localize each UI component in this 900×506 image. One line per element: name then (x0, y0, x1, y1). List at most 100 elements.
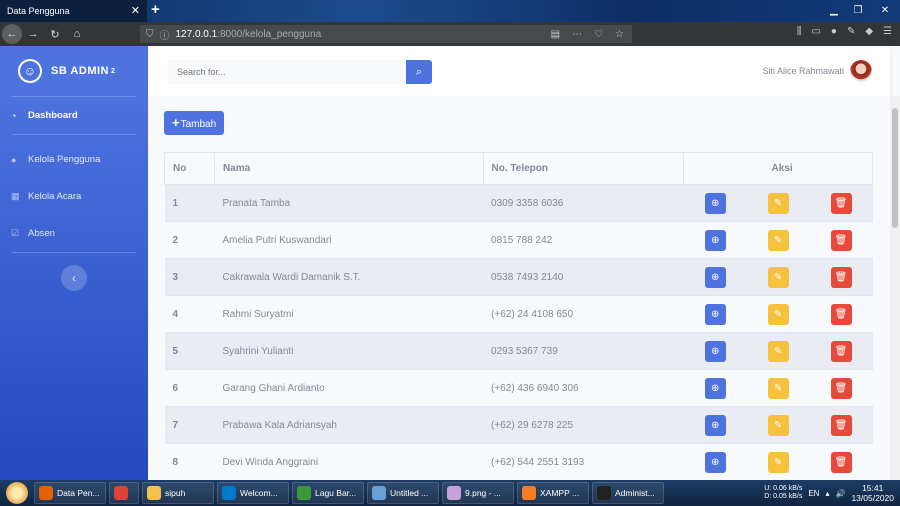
delete-button[interactable]: 🗑 (830, 192, 852, 214)
clock[interactable]: 15:41 13/05/2020 (851, 483, 894, 503)
edit-icon: ✎ (773, 419, 783, 431)
cell-telepon: 0293 5367 739 (483, 332, 684, 370)
edit-button[interactable]: ✎ (767, 377, 789, 399)
search-plus-icon: ⊕ (710, 456, 720, 468)
sidebar-item-absen[interactable]: ☑ Absen (0, 215, 148, 252)
delete-button[interactable]: 🗑 (830, 451, 852, 473)
new-tab-button[interactable]: + (151, 1, 160, 18)
pocket-icon[interactable]: ♡ (594, 29, 603, 40)
search-button[interactable]: ⌕ (406, 60, 432, 84)
taskbar-item[interactable]: sipuh (142, 482, 214, 504)
view-button[interactable]: ⊕ (704, 229, 726, 251)
library-icon[interactable]: ⫼ (797, 26, 802, 37)
table-row: 7 Prabawa Kala Adriansyah (+62) 29 6278 22… (164, 406, 873, 444)
taskbar-item[interactable]: XAMPP ... (517, 482, 589, 504)
sidebar-brand[interactable]: ☺ SB ADMIN 2 (0, 46, 148, 96)
delete-button[interactable]: 🗑 (830, 229, 852, 251)
account-icon[interactable]: ● (831, 26, 837, 37)
edit-button[interactable]: ✎ (767, 451, 789, 473)
sidebar-toggle-button[interactable]: ‹ (61, 265, 87, 291)
user-name[interactable]: Siti Alice Rahmawati (762, 66, 844, 76)
dashboard-icon: ◔ (11, 110, 17, 121)
url-bar[interactable]: ⛉ ⓘ 127.0.0.1 :8000/kelola_pengguna ▤ ⋯ … (140, 25, 632, 43)
delete-button[interactable]: 🗑 (830, 266, 852, 288)
minimize-icon[interactable]: ▁ (822, 0, 846, 22)
menu-icon[interactable]: ☰ (883, 26, 892, 37)
avatar[interactable] (850, 60, 872, 82)
reader-icon[interactable]: ▤ (551, 29, 560, 40)
taskbar-item[interactable]: Welcom... (217, 482, 289, 504)
language-indicator[interactable]: EN (808, 489, 819, 498)
search-input[interactable] (168, 60, 406, 84)
scrollbar[interactable] (890, 96, 900, 480)
browser-tabstrip: Data Pengguna ✕ + ▁ ❐ ✕ (0, 0, 900, 22)
taskbar-item[interactable] (109, 482, 139, 504)
browser-navbar: ← → ↻ ⌂ ⛉ ⓘ 127.0.0.1 :8000/kelola_pengg… (0, 22, 900, 46)
back-icon[interactable]: ← (2, 24, 22, 44)
start-button[interactable] (0, 480, 34, 506)
taskbar-item[interactable]: Lagu Bar... (292, 482, 364, 504)
sidebar-item-kelola-acara[interactable]: ▦ Kelola Acara (0, 178, 148, 215)
cell-telepon: (+62) 544 2551 3193 (483, 443, 684, 481)
volume-icon[interactable]: 🔊 (835, 489, 845, 498)
bookmark-star-icon[interactable]: ☆ (615, 29, 624, 40)
edit-button[interactable]: ✎ (767, 266, 789, 288)
sidebar-item-label: Dashboard (28, 110, 78, 121)
more-icon[interactable]: ⋯ (572, 29, 582, 40)
taskbar-item-label: sipuh (165, 488, 186, 498)
taskbar-item[interactable]: Untitled ... (367, 482, 439, 504)
forward-icon[interactable]: → (22, 28, 44, 40)
extension-icon[interactable]: ◆ (865, 26, 873, 37)
sidebar-item-kelola-pengguna[interactable]: ● Kelola Pengguna (0, 141, 148, 178)
edit-icon: ✎ (773, 308, 783, 320)
add-button[interactable]: +Tambah (164, 111, 225, 135)
browser-tab[interactable]: Data Pengguna ✕ (0, 0, 147, 22)
delete-button[interactable]: 🗑 (830, 377, 852, 399)
maximize-icon[interactable]: ❐ (846, 0, 870, 22)
cell-no: 1 (164, 184, 215, 222)
trash-icon: 🗑 (834, 345, 848, 357)
window-close-icon[interactable]: ✕ (870, 0, 900, 22)
edit-button[interactable]: ✎ (767, 340, 789, 362)
trash-icon: 🗑 (834, 271, 848, 283)
taskbar-item-label: Data Pen... (57, 488, 100, 498)
tray-arrow-icon[interactable]: ▴ (825, 489, 829, 498)
search-plus-icon: ⊕ (710, 197, 720, 209)
delete-button[interactable]: 🗑 (830, 303, 852, 325)
edit-button[interactable]: ✎ (767, 192, 789, 214)
delete-button[interactable]: 🗑 (830, 340, 852, 362)
view-button[interactable]: ⊕ (704, 414, 726, 436)
window-controls: ▁ ❐ ✕ (822, 0, 900, 22)
sidebar-icon[interactable]: ▭ (811, 26, 820, 37)
view-button[interactable]: ⊕ (704, 303, 726, 325)
view-button[interactable]: ⊕ (704, 266, 726, 288)
sidebar-item-dashboard[interactable]: ◔ Dashboard (0, 97, 148, 134)
taskbar-item[interactable]: Data Pen... (34, 482, 106, 504)
user-icon: ● (11, 154, 17, 165)
edit-icon: ✎ (773, 234, 783, 246)
view-button[interactable]: ⊕ (704, 377, 726, 399)
trash-icon: 🗑 (834, 308, 848, 320)
cell-telepon: (+62) 436 6940 306 (483, 369, 684, 407)
taskbar-item[interactable]: 9.png - ... (442, 482, 514, 504)
brand-sup: 2 (110, 67, 116, 75)
cell-no: 5 (164, 332, 215, 370)
edit-button[interactable]: ✎ (767, 303, 789, 325)
edit-button[interactable]: ✎ (767, 229, 789, 251)
taskbar-item-label: XAMPP ... (540, 488, 580, 498)
view-button[interactable]: ⊕ (704, 451, 726, 473)
table-row: 6 Garang Ghani Ardianto (+62) 436 6940 306… (164, 369, 873, 407)
taskbar-app-icon (522, 486, 536, 500)
view-button[interactable]: ⊕ (704, 192, 726, 214)
taskbar-item-label: Administ... (615, 488, 655, 498)
tab-close-icon[interactable]: ✕ (131, 4, 140, 17)
net-down-label: D: (764, 493, 772, 500)
home-icon[interactable]: ⌂ (66, 28, 88, 40)
delete-button[interactable]: 🗑 (830, 414, 852, 436)
view-button[interactable]: ⊕ (704, 340, 726, 362)
reload-icon[interactable]: ↻ (44, 28, 66, 41)
pen-icon[interactable]: ✎ (847, 26, 855, 37)
taskbar-item[interactable]: Administ... (592, 482, 664, 504)
edit-button[interactable]: ✎ (767, 414, 789, 436)
scrollbar-thumb[interactable] (892, 108, 898, 228)
